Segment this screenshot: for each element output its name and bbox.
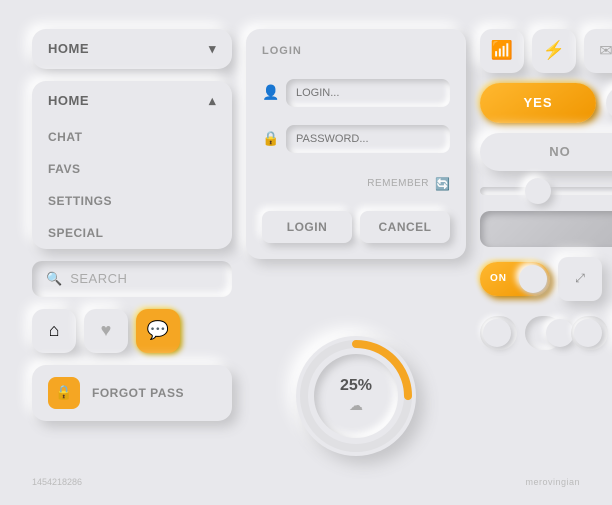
toggle-on[interactable]: ON xyxy=(480,262,550,296)
yes-button[interactable]: YES xyxy=(480,83,596,123)
heart-icon-btn[interactable]: ♥ xyxy=(84,309,128,353)
home-icon: ⌂ xyxy=(49,320,60,341)
progress-circle: 25% ☁ xyxy=(296,336,416,456)
wifi-icon: 📶 xyxy=(491,40,513,61)
mail-icon: ✉ xyxy=(599,41,612,61)
toggle-row2: OFF ⤡ xyxy=(480,311,612,355)
top-icon-group: 📶 ⚡ ✉ xyxy=(480,29,612,73)
login-title: LOGIN xyxy=(262,45,450,57)
orange-dot-toggle[interactable] xyxy=(606,86,612,120)
stock-number: 1454218286 xyxy=(32,477,82,487)
no-label: NO xyxy=(549,144,571,159)
menu-item-favs[interactable]: FAVS xyxy=(32,153,232,185)
toggle-off-1[interactable] xyxy=(480,316,517,350)
toggle-thumb-off2 xyxy=(574,319,602,347)
progress-outer-ring: 25% ☁ xyxy=(296,336,416,456)
progress-area: 25% ☁ xyxy=(246,315,466,477)
progress-percent: 25% xyxy=(340,377,372,395)
toggle-mid[interactable] xyxy=(525,316,562,350)
bluetooth-button[interactable]: ⚡ xyxy=(532,29,576,73)
mail-button[interactable]: ✉ xyxy=(584,29,612,73)
wifi-button[interactable]: 📶 xyxy=(480,29,524,73)
yes-group: YES xyxy=(480,83,612,123)
chevron-down-icon: ▾ xyxy=(209,41,216,57)
toggle-thumb-on xyxy=(519,265,547,293)
toggle-thumb-off1 xyxy=(483,319,511,347)
menu-item-settings[interactable]: SETTINGS xyxy=(32,185,232,217)
icon-row: ⌂ ♥ 💬 xyxy=(32,309,232,353)
menu-item-chat[interactable]: CHAT xyxy=(32,121,232,153)
remember-row: REMEMBER 🔄 xyxy=(262,177,450,191)
lock-field-icon: 🔒 xyxy=(262,130,278,147)
search-box[interactable]: 🔍 SEARCH xyxy=(32,261,232,297)
right-column: 📶 ⚡ ✉ YES NO xyxy=(480,29,612,477)
dropdown-closed-label: HOME xyxy=(48,41,89,56)
login-panel: LOGIN 👤 🔒 REMEMBER 🔄 LOGIN CANCEL xyxy=(246,29,466,259)
forgot-pass-button[interactable]: 🔒 FORGOT PASS xyxy=(32,365,232,421)
dropdown-open-header[interactable]: HOME ▴ xyxy=(32,81,232,121)
password-input[interactable] xyxy=(286,125,450,153)
progress-inner: 25% ☁ xyxy=(314,354,398,438)
home-icon-btn[interactable]: ⌂ xyxy=(32,309,76,353)
slider-row xyxy=(480,181,612,201)
chat-icon: 💬 xyxy=(147,320,169,341)
bluetooth-icon: ⚡ xyxy=(543,40,565,61)
password-row: 🔒 xyxy=(262,125,450,153)
dropdown-open-label: HOME xyxy=(48,93,89,108)
dropdown-home-open: HOME ▴ CHAT FAVS SETTINGS SPECIAL xyxy=(32,81,232,249)
login-btn-row: LOGIN CANCEL xyxy=(262,211,450,243)
heart-icon: ♥ xyxy=(101,320,112,341)
chat-icon-btn[interactable]: 💬 xyxy=(136,309,180,353)
slider-track[interactable] xyxy=(480,187,612,195)
remember-label: REMEMBER xyxy=(367,178,429,189)
toggle-off-2[interactable]: OFF xyxy=(571,316,608,350)
expand-button[interactable]: ⤢ xyxy=(558,257,602,301)
remember-icon: 🔄 xyxy=(435,177,450,191)
menu-item-special[interactable]: SPECIAL xyxy=(32,217,232,249)
dropdown-home-closed[interactable]: HOME ▾ xyxy=(32,29,232,69)
user-icon: 👤 xyxy=(262,84,278,101)
chevron-up-icon: ▴ xyxy=(209,93,216,109)
toggle-on-label: ON xyxy=(490,273,507,284)
expand-icon: ⤢ xyxy=(575,271,585,286)
cancel-button[interactable]: CANCEL xyxy=(360,211,450,243)
username-row: 👤 xyxy=(262,79,450,107)
search-icon: 🔍 xyxy=(46,271,62,287)
on-toggle-row: ON ⤢ xyxy=(480,257,612,301)
watermark: merovingian xyxy=(525,477,580,487)
forgot-pass-label: FORGOT PASS xyxy=(92,386,184,400)
download-cloud-icon: ☁ xyxy=(349,397,363,414)
slider-thumb[interactable] xyxy=(525,178,551,204)
decorative-dark-area xyxy=(480,211,612,247)
no-group: NO xyxy=(480,133,612,171)
main-canvas: HOME ▾ HOME ▴ CHAT FAVS SETTINGS SPECIAL… xyxy=(16,13,596,493)
lock-icon: 🔒 xyxy=(48,377,80,409)
no-button[interactable]: NO xyxy=(480,133,612,171)
login-button[interactable]: LOGIN xyxy=(262,211,352,243)
username-input[interactable] xyxy=(286,79,450,107)
left-column: HOME ▾ HOME ▴ CHAT FAVS SETTINGS SPECIAL… xyxy=(32,29,232,477)
search-placeholder: SEARCH xyxy=(70,271,127,286)
